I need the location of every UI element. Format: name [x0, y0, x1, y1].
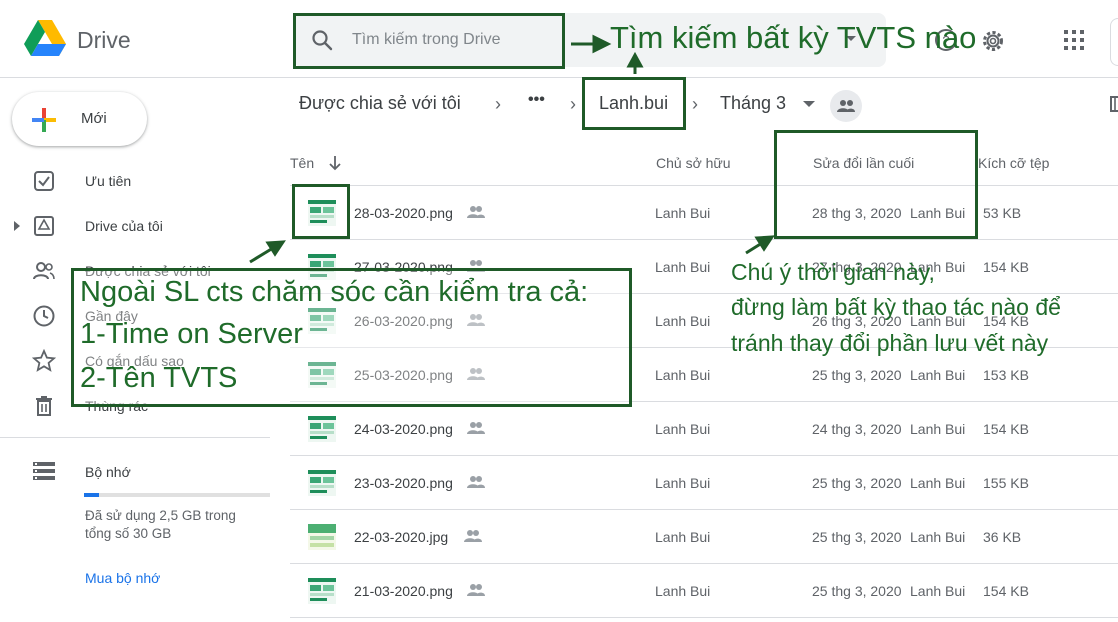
annotation-checklist-line2: 1-Time on Server — [80, 318, 303, 350]
file-size: 154 KB — [983, 583, 1029, 599]
annotation-time-line1: Chú ý thời gian này, — [731, 259, 935, 285]
file-owner: Lanh Bui — [655, 367, 711, 383]
annotation-box-folder — [582, 77, 686, 130]
priority-icon — [34, 171, 54, 191]
file-row[interactable]: 22-03-2020.jpg Lanh Bui 25 thg 3, 2020 L… — [290, 510, 1118, 564]
apps-grid-icon[interactable] — [1063, 29, 1085, 51]
file-owner: Lanh Bui — [655, 583, 711, 599]
gear-icon[interactable] — [980, 28, 1006, 54]
file-modified-date: 25 thg 3, 2020 — [812, 529, 902, 545]
shared-people-icon — [467, 584, 485, 596]
breadcrumb-shared-with-me[interactable]: Được chia sẻ với tôi — [299, 93, 461, 114]
file-owner: Lanh Bui — [655, 313, 711, 329]
sidebar-item-label: Ưu tiên — [85, 173, 132, 189]
shared-people-icon — [464, 530, 482, 542]
image-thumbnail-icon — [308, 470, 336, 496]
storage-usage-text: Đã sử dụng 2,5 GB trong tổng số 30 GB — [85, 508, 236, 541]
sidebar-item-priority[interactable]: Ưu tiên — [0, 161, 270, 201]
breadcrumb: Được chia sẻ với tôi › ••• › Lanh.bui › … — [290, 88, 1118, 124]
storage-progress-bar — [84, 493, 270, 497]
file-name: 23-03-2020.png — [354, 475, 453, 491]
breadcrumb-more-button[interactable]: ••• — [528, 91, 545, 109]
account-avatar[interactable] — [1110, 18, 1118, 66]
annotation-time-line2: đừng làm bất kỳ thao tác nào để — [731, 294, 1061, 320]
image-thumbnail-icon — [308, 524, 336, 550]
annotation-checklist-line1: Ngoài SL cts chăm sóc cần kiểm tra cả: — [80, 276, 589, 308]
file-size: 154 KB — [983, 259, 1029, 275]
trash-icon — [36, 396, 52, 416]
chevron-down-icon[interactable] — [803, 101, 815, 107]
storage-progress-fill — [84, 493, 100, 497]
annotation-time-line3: tránh thay đổi phần lưu vết này — [731, 330, 1049, 356]
file-owner: Lanh Bui — [655, 421, 711, 437]
file-owner: Lanh Bui — [655, 529, 711, 545]
file-size: 154 KB — [983, 421, 1029, 437]
shared-folder-button[interactable] — [830, 90, 862, 122]
file-owner: Lanh Bui — [655, 475, 711, 491]
file-modified-date: 24 thg 3, 2020 — [812, 421, 902, 437]
plus-icon — [32, 108, 56, 132]
file-name: 21-03-2020.png — [354, 583, 453, 599]
annotation-box-search — [293, 13, 565, 69]
clock-icon — [33, 305, 55, 327]
file-modified-by: Lanh Bui — [910, 421, 966, 437]
file-owner: Lanh Bui — [655, 205, 711, 221]
my-drive-icon — [34, 216, 54, 236]
file-modified-date: 25 thg 3, 2020 — [812, 475, 902, 491]
file-row[interactable]: 23-03-2020.png Lanh Bui 25 thg 3, 2020 L… — [290, 456, 1118, 510]
star-icon — [32, 349, 56, 372]
file-name: 24-03-2020.png — [354, 421, 453, 437]
file-modified-by: Lanh Bui — [910, 583, 966, 599]
drive-logo-icon[interactable] — [24, 20, 66, 58]
sidebar-item-label: Drive của tôi — [85, 218, 163, 234]
shared-people-icon — [467, 206, 485, 218]
file-modified-date: 25 thg 3, 2020 — [812, 583, 902, 599]
arrowhead-thumbnail — [265, 240, 286, 257]
sidebar-divider — [0, 437, 270, 438]
file-modified-by: Lanh Bui — [910, 529, 966, 545]
file-row[interactable]: 21-03-2020.png Lanh Bui 25 thg 3, 2020 L… — [290, 564, 1118, 618]
file-size: 53 KB — [983, 205, 1022, 221]
sidebar-item-my-drive[interactable]: Drive của tôi — [0, 206, 270, 246]
column-header-name[interactable]: Tên — [290, 155, 314, 171]
annotation-search-note: Tìm kiếm bất kỳ TVTS nào — [610, 20, 977, 55]
file-size: 155 KB — [983, 475, 1029, 491]
column-header-size[interactable]: Kích cỡ tệp — [978, 155, 1049, 171]
breadcrumb-separator: › — [570, 94, 576, 114]
file-row[interactable]: 24-03-2020.png Lanh Bui 24 thg 3, 2020 L… — [290, 402, 1118, 456]
shared-with-me-icon — [33, 262, 55, 280]
details-view-icon[interactable] — [1110, 96, 1118, 112]
breadcrumb-separator: › — [495, 94, 501, 114]
annotation-box-modified — [774, 130, 978, 239]
file-name: 22-03-2020.jpg — [354, 529, 449, 545]
annotation-box-thumbnail — [292, 184, 350, 239]
file-owner: Lanh Bui — [655, 259, 711, 275]
breadcrumb-separator: › — [692, 94, 698, 114]
column-header-owner[interactable]: Chủ sở hữu — [656, 155, 731, 171]
app-brand[interactable]: Drive — [77, 27, 131, 54]
buy-storage-link[interactable]: Mua bộ nhớ — [85, 570, 160, 586]
file-size: 153 KB — [983, 367, 1029, 383]
people-icon — [837, 100, 855, 112]
file-row[interactable]: 28-03-2020.png Lanh Bui 28 thg 3, 2020 L… — [290, 186, 1118, 240]
file-size: 36 KB — [983, 529, 1022, 545]
storage-title[interactable]: Bộ nhớ — [85, 464, 131, 480]
image-thumbnail-icon — [308, 416, 336, 442]
new-button-label: Mới — [81, 110, 107, 127]
new-button[interactable]: Mới — [12, 92, 147, 146]
file-modified-date: 25 thg 3, 2020 — [812, 367, 902, 383]
shared-people-icon — [467, 476, 485, 488]
shared-people-icon — [467, 422, 485, 434]
storage-icon — [33, 462, 55, 480]
sort-down-arrow-icon[interactable] — [327, 154, 343, 172]
expand-arrow-icon[interactable] — [14, 221, 20, 231]
breadcrumb-thang-3[interactable]: Tháng 3 — [720, 93, 786, 114]
file-name: 28-03-2020.png — [354, 205, 453, 221]
file-modified-by: Lanh Bui — [910, 367, 966, 383]
annotation-checklist-line3: 2-Tên TVTS — [80, 362, 238, 394]
image-thumbnail-icon — [308, 578, 336, 604]
file-modified-by: Lanh Bui — [910, 475, 966, 491]
